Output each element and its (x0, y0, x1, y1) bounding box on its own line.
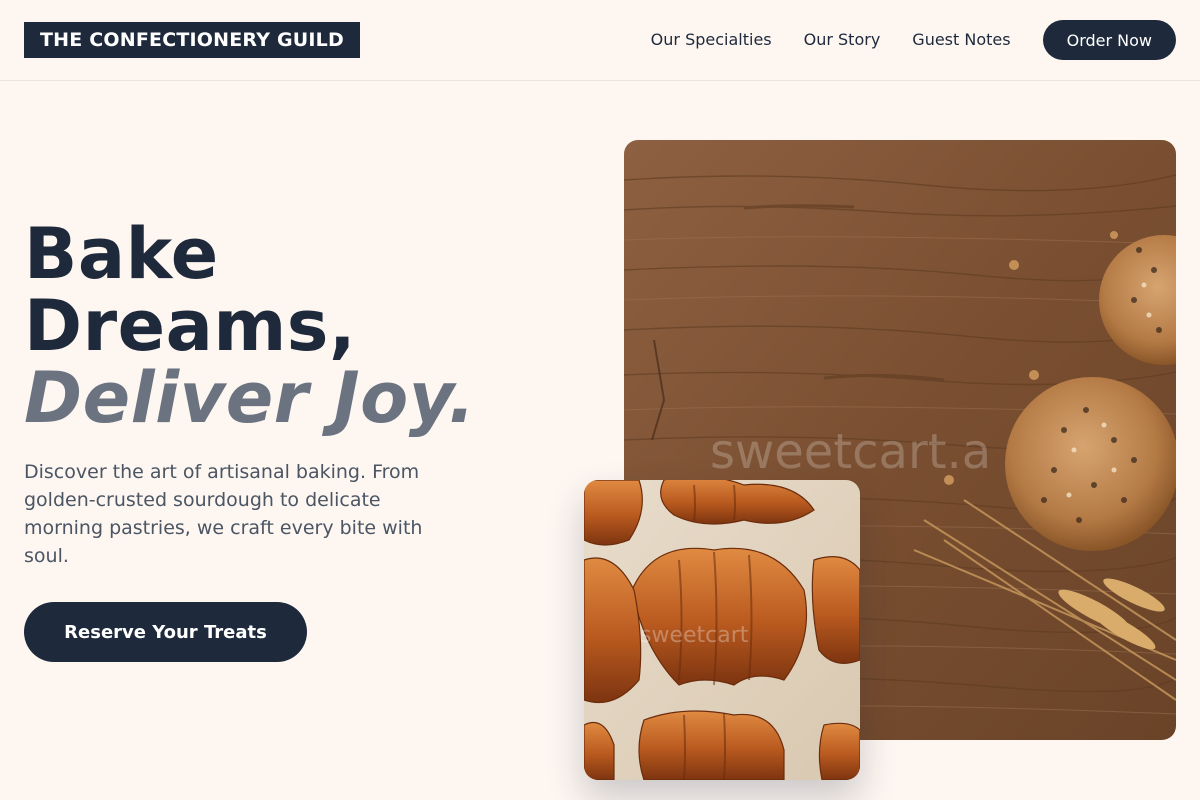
reserve-treats-button[interactable]: Reserve Your Treats (24, 602, 307, 662)
hero-heading-block: Bake Dreams, Deliver Joy. (24, 218, 544, 434)
croissant-image-watermark: sweetcart (640, 623, 749, 648)
nav-link-guest-notes[interactable]: Guest Notes (912, 20, 1010, 60)
hero-subtext: Discover the art of artisanal baking. Fr… (24, 461, 423, 567)
headline-accent: Deliver Joy. (24, 357, 476, 439)
headline-line-1: Bake (24, 213, 219, 295)
nav-link-story[interactable]: Our Story (804, 20, 881, 60)
hero-croissants-image: sweetcart (584, 480, 860, 780)
hero-headline: Bake Dreams, Deliver Joy. (24, 218, 544, 434)
main-nav: Our Specialties Our Story Guest Notes Or… (651, 20, 1176, 60)
image-watermark: sweetcart.a (710, 424, 991, 480)
site-header: THE CONFECTIONERY GUILD Our Specialties … (0, 0, 1200, 81)
order-now-button[interactable]: Order Now (1042, 20, 1176, 60)
site-logo[interactable]: THE CONFECTIONERY GUILD (24, 22, 360, 58)
headline-line-2: Dreams, (24, 285, 357, 367)
nav-link-specialties[interactable]: Our Specialties (651, 20, 772, 60)
